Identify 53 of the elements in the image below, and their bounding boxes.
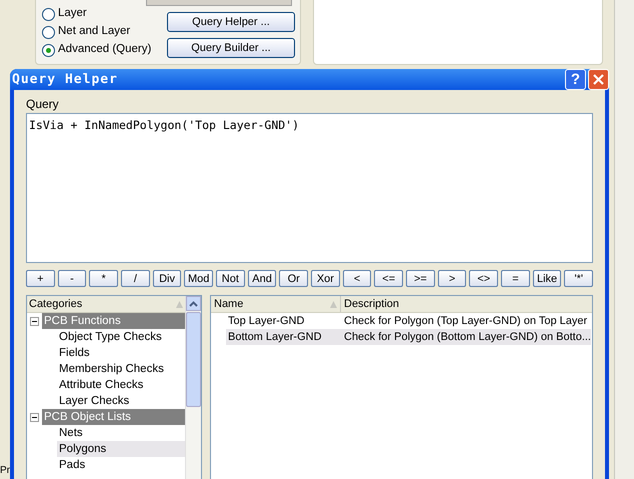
operator-button[interactable]: And [248,270,276,287]
operator-button[interactable]: '*' [564,270,594,287]
table-cell-text: Top Layer-GND [227,314,306,329]
table-cell-text: Check for Polygon (Top Layer-GND) on Top Layer [343,314,588,329]
operator-button[interactable]: > [438,270,466,287]
column-header[interactable]: Name [214,296,244,312]
table-row[interactable]: Bottom Layer-GND Check for Polygon (Bottom Layer-GND) on Botto... [226,329,591,345]
category-item[interactable]: Fields [57,345,185,361]
category-item[interactable]: Polygons [57,441,185,457]
scroll-thumb[interactable] [186,312,201,407]
operator-button[interactable]: <> [469,270,498,287]
category-group[interactable]: PCB Object Lists [42,409,185,425]
query-button[interactable]: Query Builder ... [167,38,295,58]
scroll-up-button[interactable] [186,296,201,311]
table-cell-text: Check for Polygon (Bottom Layer-GND) on Botto... [343,330,591,345]
collapse-icon[interactable] [30,316,39,326]
label-text: Pr [0,464,10,478]
operator-button[interactable]: < [342,270,372,287]
table-cell-text: Bottom Layer-GND [227,330,323,345]
sort-icon [330,300,337,308]
operator-button[interactable]: Like [532,270,562,287]
operator-button[interactable]: Xor [311,270,340,287]
operator-button[interactable]: Div [152,270,182,287]
category-item[interactable]: Pads [57,457,185,473]
operator-button[interactable]: = [501,270,530,287]
category-item[interactable]: Layer Checks [57,393,185,409]
close-button[interactable] [588,69,609,90]
operator-button[interactable]: * [89,270,118,287]
category-item[interactable]: Attribute Checks [57,377,185,393]
radio-label: Advanced (Query) [58,42,152,58]
operator-button[interactable]: Or [279,270,308,287]
table-row[interactable]: Top Layer-GND Check for Polygon (Top Layer-GND) on Top Layer [226,313,591,329]
query-label: Query [26,97,60,111]
operator-button[interactable]: + [26,270,55,287]
close-icon [593,74,604,85]
operator-button[interactable]: Mod [184,270,214,287]
query-button[interactable]: Query Helper ... [167,12,295,32]
radio-label: Layer [58,6,87,22]
category-item[interactable]: Object Type Checks [57,329,185,345]
radio-label: Net and Layer [58,24,130,40]
operator-button[interactable]: / [121,270,150,287]
operator-button[interactable]: >= [406,270,435,287]
category-item[interactable]: Nets [57,425,185,441]
query-editor[interactable]: IsVia + InNamedPolygon('Top Layer-GND') [26,113,593,263]
operator-button[interactable]: <= [374,270,404,287]
collapse-icon[interactable] [30,412,39,422]
operator-button[interactable]: Not [216,270,245,287]
category-group[interactable]: PCB Functions [42,313,185,329]
operator-button[interactable]: - [58,270,86,287]
category-item[interactable]: Membership Checks [57,361,185,377]
window-title: Query Helper [12,70,118,89]
column-header[interactable]: Description [344,296,400,312]
help-button[interactable]: ? [565,69,586,90]
